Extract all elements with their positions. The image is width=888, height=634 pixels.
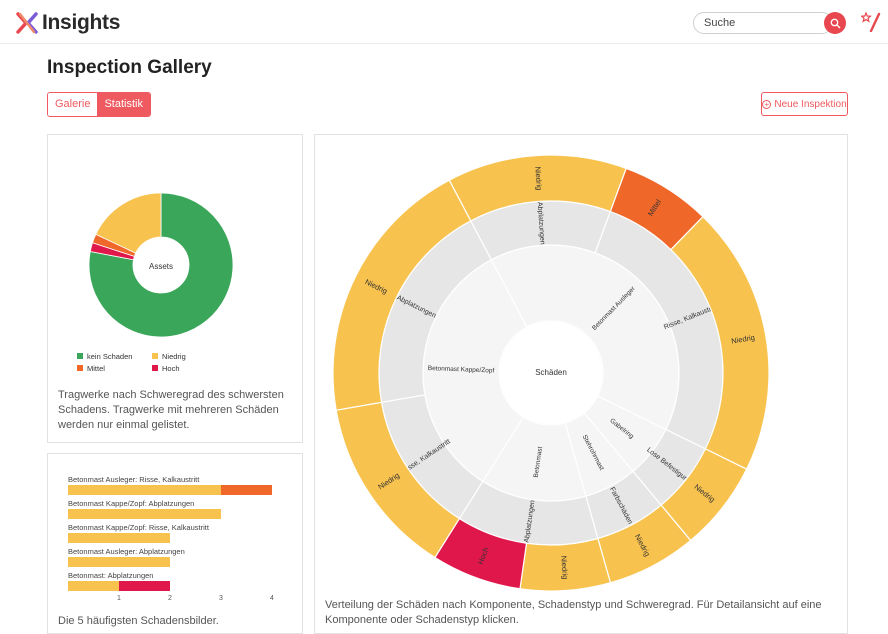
app-title: Insights (42, 11, 121, 34)
legend-label-mittel[interactable]: Mittel (87, 364, 105, 373)
sunburst-description: Verteilung der Schäden nach Komponente, … (325, 599, 822, 626)
assets-chart-card: Assets kein Schaden Niedrig Mittel Hoch … (47, 134, 303, 443)
assets-donut-chart[interactable]: Assets kein Schaden Niedrig Mittel Hoch (48, 135, 302, 385)
star-pen-icon[interactable] (861, 12, 881, 32)
bar-label-2: Betonmast Kappe/Zopf: Abplatzungen (68, 499, 194, 508)
bar-axis-tick-4: 4 (270, 595, 274, 602)
bar-label-4: Betonmast Ausleger: Abplatzungen (68, 547, 185, 556)
bar-3-niedrig[interactable] (68, 533, 170, 543)
sunburst-center-label: Schäden (535, 368, 567, 377)
new-inspection-label: Neue Inspektion (774, 98, 847, 110)
page-title: Inspection Gallery (47, 57, 212, 78)
legend-label-hoch[interactable]: Hoch (162, 364, 180, 373)
bar-label-1: Betonmast Ausleger: Risse, Kalkaustritt (68, 475, 200, 484)
x-logo-icon (16, 12, 38, 34)
sunburst-severity-label-betonmast-ausleger-abplatzungen-0: Niedrig (533, 166, 544, 190)
top-damages-bar-chart[interactable]: Betonmast Ausleger: Risse, Kalkaustritt B… (48, 454, 302, 604)
bar-5-niedrig[interactable] (68, 581, 119, 591)
plus-circle-icon: + (762, 99, 772, 109)
assets-chart-description: Tragwerke nach Schweregrad des schwerste… (58, 389, 284, 431)
bar-1-mittel[interactable] (221, 485, 272, 495)
legend-label-niedrig[interactable]: Niedrig (162, 352, 186, 361)
damage-sunburst-chart[interactable]: SchädenBetonmast AuslegerAbplatzungenNie… (315, 135, 847, 595)
search-icon (830, 18, 840, 28)
top-bar: Insights (0, 0, 888, 44)
legend-swatch-kein-schaden (77, 353, 83, 359)
bar-axis-tick-3: 3 (219, 595, 223, 602)
bar-label-3: Betonmast Kappe/Zopf: Risse, Kalkaustrit… (68, 523, 210, 532)
tab-statistik[interactable]: Statistik (97, 93, 150, 116)
legend-swatch-hoch (152, 365, 158, 371)
view-tabs: Galerie Statistik (47, 92, 151, 117)
legend-label-kein-schaden[interactable]: kein Schaden (87, 352, 132, 361)
bar-5-hoch[interactable] (119, 581, 170, 591)
new-inspection-button[interactable]: + Neue Inspektion (761, 92, 848, 116)
bar-chart-description: Die 5 häufigsten Schadensbilder. (58, 615, 219, 627)
tab-galerie[interactable]: Galerie (48, 93, 98, 116)
search-button[interactable] (824, 12, 846, 34)
bar-1-niedrig[interactable] (68, 485, 221, 495)
assets-legend: kein Schaden Niedrig Mittel Hoch (77, 352, 186, 373)
search-box (693, 12, 847, 34)
bar-4-niedrig[interactable] (68, 557, 170, 567)
top-damages-card: Betonmast Ausleger: Risse, Kalkaustritt B… (47, 453, 303, 634)
sunburst-chart-card: Schäden Betonmast Ausleger Abplatzungen Nie… (314, 134, 848, 634)
sunburst-severity-label-betonmast-abplatzungen-0: Niedrig (559, 555, 570, 579)
legend-swatch-niedrig (152, 353, 158, 359)
bar-axis-tick-2: 2 (168, 595, 172, 602)
legend-swatch-mittel (77, 365, 83, 371)
bar-axis-tick-1: 1 (117, 595, 121, 602)
bar-2-niedrig[interactable] (68, 509, 221, 519)
search-input[interactable] (693, 12, 833, 34)
assets-center-label: Assets (149, 262, 173, 271)
app-logo[interactable]: Insights (16, 11, 120, 35)
bar-label-5: Betonmast: Abplatzungen (68, 571, 153, 580)
